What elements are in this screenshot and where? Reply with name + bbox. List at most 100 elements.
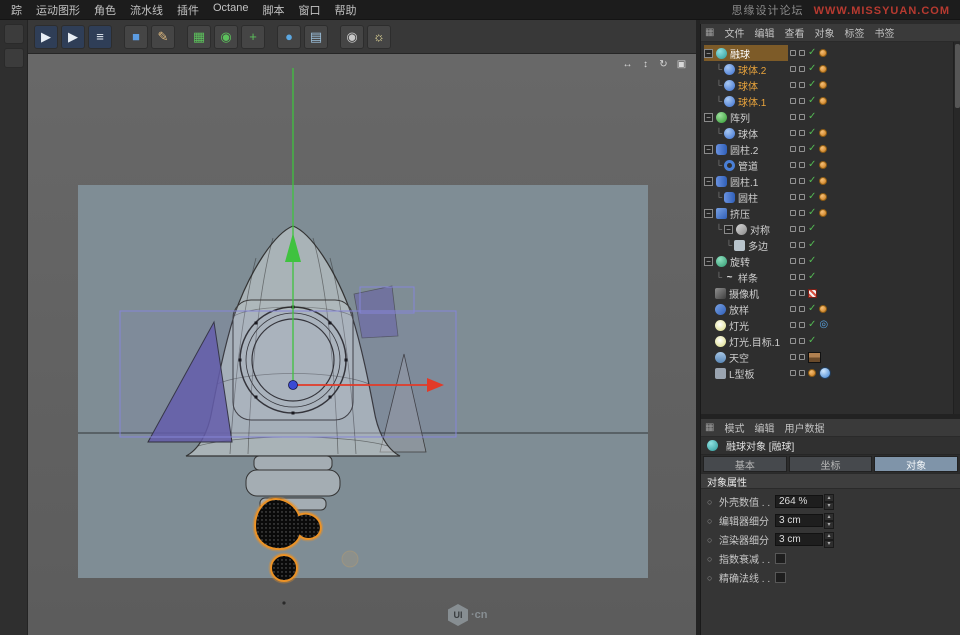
enabled-check-icon[interactable]: ✓ [808,272,816,282]
enabled-check-icon[interactable]: ✓ [808,112,816,122]
material-tag-icon[interactable] [819,145,827,153]
object-row-l-plate[interactable]: L型板 [701,365,952,381]
pan-view-icon[interactable]: ↔ [621,58,634,71]
render-view-icon[interactable]: ▶ [34,25,58,49]
object-row-cylinder-2[interactable]: −圆柱.2✓ [701,141,952,157]
object-row-array[interactable]: −阵列✓ [701,109,952,125]
panel-grid-icon[interactable]: ▦ [705,422,714,433]
object-manager-scrollbar[interactable] [953,42,960,414]
render-visibility-dot[interactable] [799,258,805,264]
animation-dot-icon[interactable]: ○ [707,516,719,526]
render-visibility-dot[interactable] [799,178,805,184]
om-menu-bookmarks[interactable]: 书签 [869,25,899,40]
attr-value-field[interactable]: 264 % [775,495,823,508]
menu-item-pipeline[interactable]: 流水线 [123,2,170,18]
enabled-check-icon[interactable]: ✓ [808,80,816,90]
rotate-view-icon[interactable]: ↻ [657,58,670,71]
enabled-check-icon[interactable]: ✓ [808,320,816,330]
editor-visibility-dot[interactable] [790,258,796,264]
om-menu-file[interactable]: 文件 [719,25,749,40]
panel-grid-icon[interactable]: ▦ [705,27,714,38]
object-row-extrude[interactable]: −挤压✓ [701,205,952,221]
enabled-check-icon[interactable]: ✓ [808,336,816,346]
editor-visibility-dot[interactable] [790,66,796,72]
expand-collapse-icon[interactable]: − [704,209,713,218]
render-visibility-dot[interactable] [799,146,805,152]
enabled-check-icon[interactable]: ✓ [808,96,816,106]
enabled-check-icon[interactable]: ✓ [808,64,816,74]
render-visibility-dot[interactable] [799,226,805,232]
viewport[interactable]: ↔↕↻▣ UI ·cn [28,54,696,635]
om-menu-objects[interactable]: 对象 [809,25,839,40]
animation-dot-icon[interactable]: ○ [707,497,719,507]
editor-visibility-dot[interactable] [790,210,796,216]
material-tag-icon[interactable] [819,81,827,89]
metaball-faint[interactable] [342,551,358,567]
am-menu-edit[interactable]: 编辑 [749,420,779,435]
expand-collapse-icon[interactable]: − [704,49,713,58]
cloner-icon[interactable]: ◉ [214,25,238,49]
object-row-array-sphere[interactable]: └球体✓ [701,125,952,141]
editor-visibility-dot[interactable] [790,82,796,88]
render-picture-viewer-icon[interactable]: ▶ [61,25,85,49]
editor-visibility-dot[interactable] [790,162,796,168]
object-row-sky[interactable]: 天空 [701,349,952,365]
light-tool-icon[interactable]: ☼ [367,25,391,49]
tab-basic[interactable]: 基本 [703,456,787,472]
material-tag-icon[interactable] [819,177,827,185]
material-tag-icon[interactable] [819,97,827,105]
object-row-sphere-1[interactable]: └球体.1✓ [701,93,952,109]
spin-down-icon[interactable]: ▾ [824,540,834,548]
editor-visibility-dot[interactable] [790,114,796,120]
tab-coord[interactable]: 坐标 [789,456,873,472]
om-menu-view[interactable]: 查看 [779,25,809,40]
object-row-sphere[interactable]: └球体✓ [701,77,952,93]
spin-down-icon[interactable]: ▾ [824,502,834,510]
om-menu-edit[interactable]: 编辑 [749,25,779,40]
editor-visibility-dot[interactable] [790,50,796,56]
subdivision-surface-icon[interactable]: ▦ [187,25,211,49]
render-visibility-dot[interactable] [799,162,805,168]
material-tag-icon[interactable] [819,305,827,313]
editor-visibility-dot[interactable] [790,274,796,280]
toggle-layout-icon[interactable]: ▣ [675,58,688,71]
material-tag-icon[interactable] [819,161,827,169]
enabled-check-icon[interactable]: ✓ [808,208,816,218]
render-visibility-dot[interactable] [799,210,805,216]
render-settings-icon[interactable]: ≡ [88,25,112,49]
render-visibility-dot[interactable] [799,114,805,120]
attr-checkbox[interactable] [775,572,786,583]
material-tag-icon[interactable] [819,209,827,217]
object-row-polygon[interactable]: └多边✓ [701,237,952,253]
editor-visibility-dot[interactable] [790,194,796,200]
editor-visibility-dot[interactable] [790,146,796,152]
object-row-metaball[interactable]: −融球✓ [701,45,952,61]
object-row-tube[interactable]: └管道✓ [701,157,952,173]
animation-dot-icon[interactable]: ○ [707,573,719,583]
atom-array-icon[interactable]: + [241,25,265,49]
render-visibility-dot[interactable] [799,370,805,376]
object-row-loft[interactable]: 放样✓ [701,301,952,317]
target-tag-icon[interactable]: ◎ [819,320,828,330]
render-visibility-dot[interactable] [799,194,805,200]
side-tool-icon-2[interactable] [4,48,24,68]
material-tag-icon[interactable] [808,369,816,377]
origin-handle[interactable] [289,381,298,390]
composition-tag-icon[interactable] [808,289,817,298]
editor-visibility-dot[interactable] [790,354,796,360]
spin-down-icon[interactable]: ▾ [824,521,834,529]
editor-visibility-dot[interactable] [790,226,796,232]
exhaust-stack[interactable] [246,456,340,510]
material-tag-icon[interactable] [819,193,827,201]
menu-item-help[interactable]: 帮助 [327,2,363,18]
object-row-light-target-1[interactable]: 灯光.目标.1✓ [701,333,952,349]
spin-up-icon[interactable]: ▴ [824,532,834,540]
cube-icon[interactable]: ■ [124,25,148,49]
enabled-check-icon[interactable]: ✓ [808,240,816,250]
om-menu-tags[interactable]: 标签 [839,25,869,40]
menu-item-octane[interactable]: Octane [206,2,255,18]
render-visibility-dot[interactable] [799,98,805,104]
enabled-check-icon[interactable]: ✓ [808,144,816,154]
menu-item-tracker[interactable]: 踪 [4,2,29,18]
expand-collapse-icon[interactable]: − [724,225,733,234]
